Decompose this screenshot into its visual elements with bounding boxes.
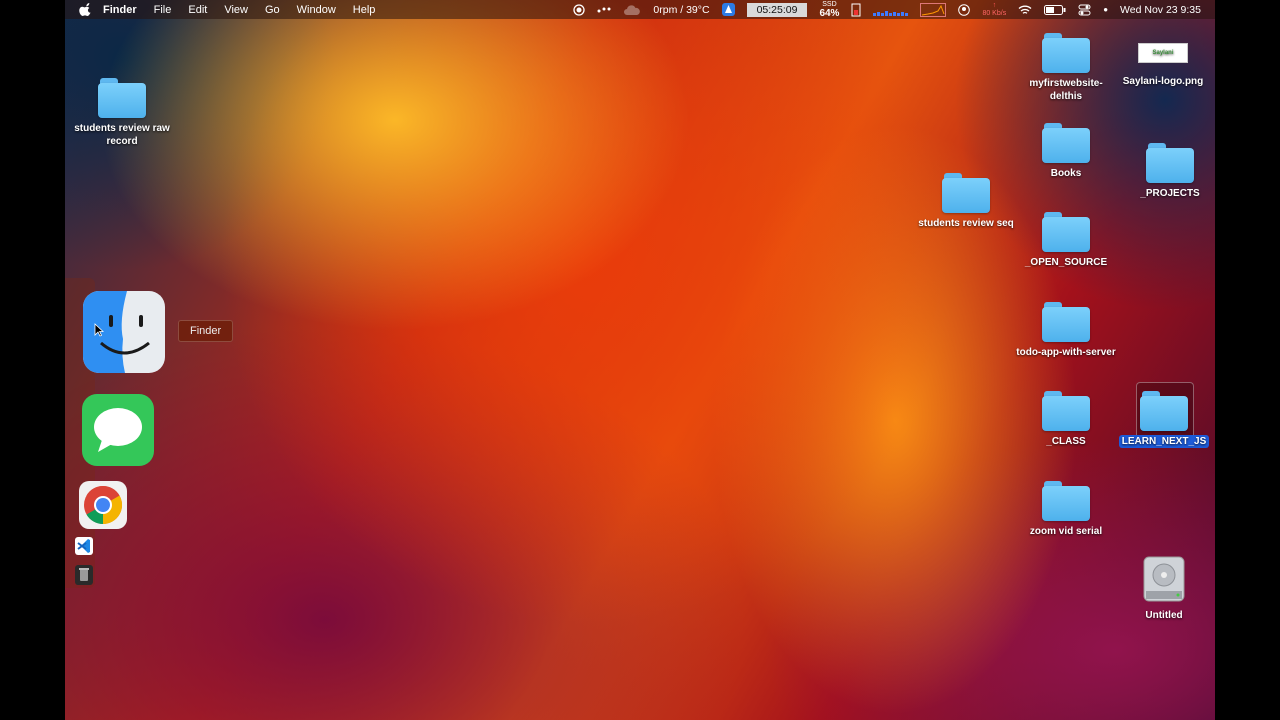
folder-label: _PROJECTS [1140, 188, 1200, 199]
folder-icon [1042, 33, 1090, 73]
desktop-folder-class[interactable]: _CLASS [1016, 391, 1116, 448]
menu-app-name[interactable]: Finder [103, 4, 137, 16]
ssd-value: 64% [819, 7, 840, 19]
folder-label: _OPEN_SOURCE [1024, 257, 1108, 268]
desktop-folder-books[interactable]: Books [1016, 123, 1116, 180]
folder-icon [98, 78, 146, 118]
network-down-arrow-icon: ↑ [992, 1, 997, 9]
notification-dot-icon: ● [1103, 5, 1109, 14]
folder-icon [1042, 302, 1090, 342]
record-icon[interactable] [573, 3, 586, 16]
folder-icon [1042, 212, 1090, 252]
png-thumb-text: Saylani [1152, 49, 1174, 56]
png-thumbnail-icon: Saylani [1138, 43, 1188, 63]
folder-label: myfirstwebsite-delthis [1029, 78, 1103, 102]
drive-label: Untitled [1145, 610, 1183, 621]
cloud-icon[interactable] [623, 4, 641, 15]
folder-icon [1140, 391, 1188, 431]
desktop-folder-learn-next-js[interactable]: LEARN_NEXT_JS [1114, 391, 1214, 448]
desktop-folder-zoom-vid-serial[interactable]: zoom vid serial [1016, 481, 1116, 538]
timer-display[interactable]: 05:25:09 [746, 2, 808, 17]
apple-icon[interactable] [79, 2, 93, 17]
wifi-icon[interactable] [1018, 5, 1032, 15]
hard-drive-icon [1142, 555, 1186, 603]
desktop-drive-untitled[interactable]: Untitled [1114, 555, 1214, 622]
memory-icon[interactable] [851, 3, 861, 17]
desktop-folder-students-review-raw-record[interactable]: students review raw record [72, 78, 172, 148]
folder-icon [1042, 391, 1090, 431]
desktop-folder-open-source[interactable]: _OPEN_SOURCE [1016, 212, 1116, 269]
folder-icon [942, 173, 990, 213]
user-icon[interactable] [958, 3, 971, 16]
chrome-icon[interactable] [79, 481, 127, 529]
network-speed[interactable]: ↑ 80 Kb/s [982, 2, 1006, 18]
folder-icon [1042, 123, 1090, 163]
folder-label: zoom vid serial [1029, 526, 1103, 537]
messages-icon[interactable] [82, 394, 154, 466]
trash-icon[interactable] [75, 565, 93, 585]
tooltip-text: Finder [190, 325, 222, 337]
fan-temp-status[interactable]: 0rpm / 39°C [653, 4, 709, 16]
folder-label: _CLASS [1046, 436, 1086, 447]
folder-icon [1146, 143, 1194, 183]
desktop-folder-todo-app[interactable]: todo-app-with-server [1016, 302, 1116, 359]
cpu-graph[interactable] [873, 4, 909, 16]
mouse-cursor-icon [94, 323, 104, 337]
dots-icon[interactable] [597, 6, 611, 14]
battery-icon[interactable] [1044, 4, 1066, 15]
desktop-folder-projects[interactable]: _PROJECTS [1120, 143, 1215, 200]
app-badge-icon[interactable] [721, 3, 735, 16]
menu-bar: Finder File Edit View Go Window Help 0rp… [65, 0, 1215, 19]
network-speed-value: 80 Kb/s [982, 9, 1007, 17]
folder-label: students review raw record [74, 123, 170, 147]
folder-icon [1042, 481, 1090, 521]
activity-graph-icon[interactable] [920, 2, 947, 17]
menu-help[interactable]: Help [353, 4, 376, 16]
file-label: Saylani-logo.png [1122, 76, 1204, 87]
folder-label: todo-app-with-server [1016, 347, 1116, 358]
dock-tooltip: Finder [178, 320, 234, 342]
menu-file[interactable]: File [154, 4, 172, 16]
menu-window[interactable]: Window [297, 4, 336, 16]
menu-go[interactable]: Go [265, 4, 280, 16]
desktop-file-saylani-logo[interactable]: Saylani Saylani-logo.png [1113, 43, 1213, 88]
folder-label: students review seq [918, 218, 1014, 229]
desktop-folder-myfirstwebsite[interactable]: myfirstwebsite-delthis [1016, 33, 1116, 103]
control-center-icon[interactable] [1078, 4, 1091, 16]
menu-datetime[interactable]: Wed Nov 23 9:35 [1120, 4, 1201, 16]
desktop: Finder File Edit View Go Window Help 0rp… [65, 0, 1215, 720]
vscode-icon[interactable] [75, 537, 93, 555]
folder-label: Books [1050, 168, 1082, 179]
folder-label: LEARN_NEXT_JS [1118, 435, 1210, 448]
ssd-status[interactable]: SSD 64% [819, 1, 839, 19]
desktop-folder-students-review-seq[interactable]: students review seq [916, 173, 1016, 230]
menu-edit[interactable]: Edit [188, 4, 207, 16]
menu-view[interactable]: View [224, 4, 248, 16]
